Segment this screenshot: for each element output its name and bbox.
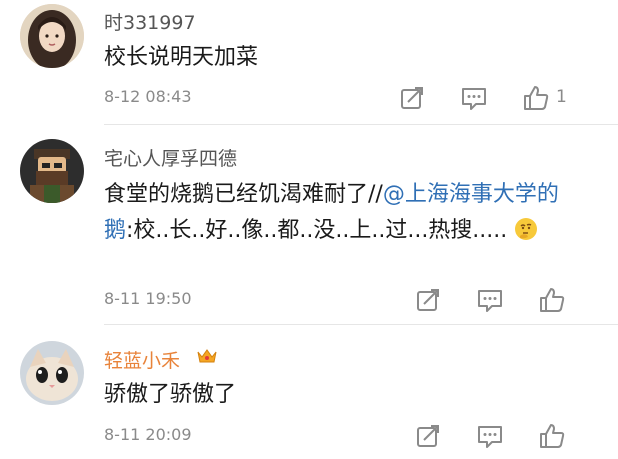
comment-timestamp: 8-11 19:50 [104,289,192,308]
user-avatar[interactable] [20,139,84,203]
comment-icon[interactable] [476,286,504,314]
avatar-girl-icon [20,4,84,68]
comment-username[interactable]: 时331997 [104,8,196,35]
comment-item: 宅心人厚孚四德 食堂的烧鹅已经饥渴难耐了//@上海海事大学的鹅:校..长..好.… [0,125,618,325]
like-count: 1 [556,87,567,107]
comment-timestamp: 8-11 20:09 [104,425,192,444]
comment-icon[interactable] [476,422,504,450]
comment-item: 时331997 校长说明天加菜 8-12 08:43 1 [0,0,618,125]
forward-icon[interactable] [398,84,426,112]
forward-icon[interactable] [414,422,442,450]
comment-text: 校长说明天加菜 [104,45,259,70]
comment-username[interactable]: 轻蓝小禾 [104,346,180,373]
comment-item: 轻蓝小禾 骄傲了骄傲了 8-11 20:09 [0,325,618,459]
comment-icon[interactable] [460,84,488,112]
thinking-face-emoji [514,217,538,241]
comment-text-part: :校..长..好..像..都..没..上..过...热搜..... [126,218,508,243]
avatar-lego-icon [20,139,84,203]
comment-timestamp: 8-12 08:43 [104,87,192,106]
comment-username[interactable]: 宅心人厚孚四德 [104,144,237,171]
forward-icon[interactable] [414,286,442,314]
like-icon[interactable] [522,84,550,112]
comment-text: 食堂的烧鹅已经饥渴难耐了//@上海海事大学的鹅:校..长..好..像..都..没… [104,177,584,249]
comment-text-part: 食堂的烧鹅已经饥渴难耐了// [104,182,383,207]
comment-text: 骄傲了骄傲了 [104,382,237,407]
vip-crown-icon [196,347,218,365]
user-avatar[interactable] [20,341,84,405]
like-icon[interactable] [538,422,566,450]
user-avatar[interactable] [20,4,84,68]
like-icon[interactable] [538,286,566,314]
avatar-kitten-icon [20,341,84,405]
